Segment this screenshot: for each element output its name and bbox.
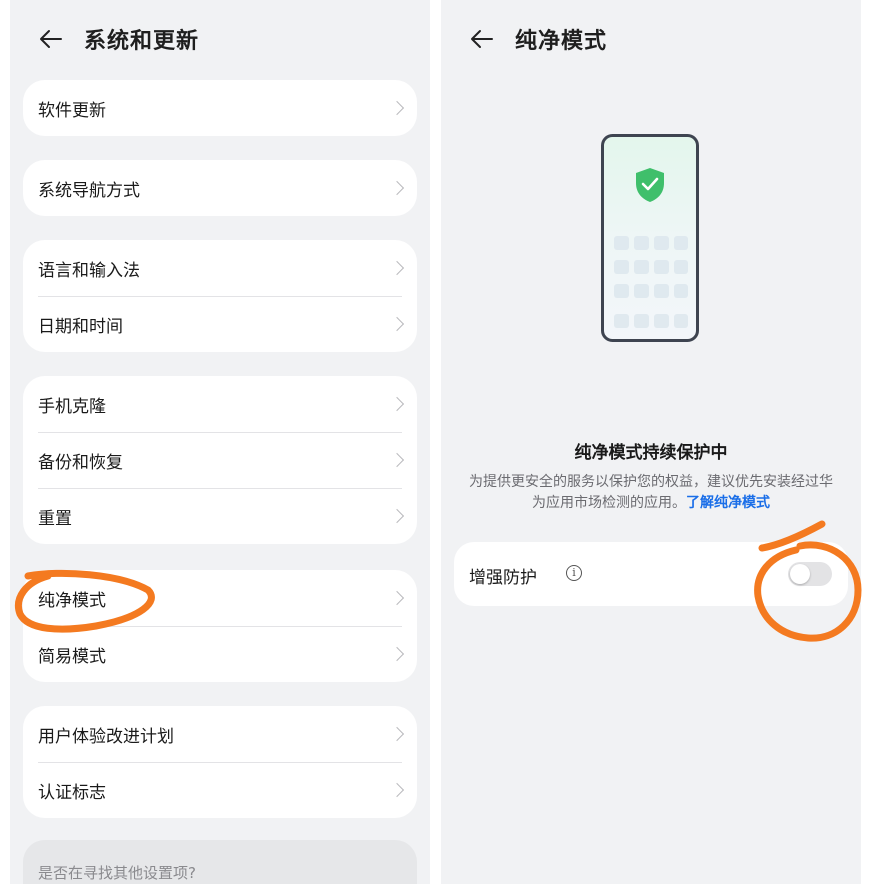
chevron-right-icon: [389, 316, 405, 332]
header: 纯净模式: [469, 22, 607, 56]
switch-knob: [790, 564, 810, 584]
settings-group-language: 语言和输入法 日期和时间: [23, 240, 417, 352]
learn-more-link[interactable]: 了解纯净模式: [686, 495, 770, 511]
settings-group-update: 软件更新: [23, 80, 417, 136]
settings-item-label: 语言和输入法: [38, 260, 140, 281]
settings-item-certification[interactable]: 认证标志: [23, 762, 417, 818]
settings-item-date-time[interactable]: 日期和时间: [23, 296, 417, 352]
settings-item-label: 日期和时间: [38, 316, 123, 337]
chevron-right-icon: [389, 726, 405, 742]
settings-item-label: 纯净模式: [38, 590, 106, 611]
page-title: 系统和更新: [84, 29, 200, 54]
chevron-right-icon: [389, 646, 405, 662]
header: 系统和更新: [38, 22, 199, 56]
settings-item-label: 简易模式: [38, 646, 106, 667]
chevron-right-icon: [389, 396, 405, 412]
description-text: 为提供更安全的服务以保护您的权益，建议优先安装经过华为应用市场检测的应用。: [469, 474, 833, 511]
system-update-screen: 系统和更新 软件更新 系统导航方式 语言和输入法 日期和时间 手机克隆 备份和恢…: [10, 0, 430, 884]
settings-item-backup-restore[interactable]: 备份和恢复: [23, 432, 417, 488]
settings-item-pure-mode[interactable]: 纯净模式: [23, 570, 417, 626]
protection-status-title: 纯净模式持续保护中: [574, 443, 728, 463]
settings-item-phone-clone[interactable]: 手机克隆: [23, 376, 417, 432]
settings-group-modes: 纯净模式 简易模式: [23, 570, 417, 682]
settings-group-navigation: 系统导航方式: [23, 160, 417, 216]
settings-item-reset[interactable]: 重置: [23, 488, 417, 544]
chevron-right-icon: [389, 590, 405, 606]
settings-item-label: 备份和恢复: [38, 452, 123, 473]
settings-item-user-experience[interactable]: 用户体验改进计划: [23, 706, 417, 762]
settings-item-navigation[interactable]: 系统导航方式: [23, 160, 417, 216]
enhanced-protection-card: 增强防护 i: [454, 542, 848, 606]
settings-item-label: 系统导航方式: [38, 180, 140, 201]
chevron-right-icon: [389, 100, 405, 116]
settings-group-experience: 用户体验改进计划 认证标志: [23, 706, 417, 818]
page-title: 纯净模式: [515, 29, 608, 54]
chevron-right-icon: [389, 782, 405, 798]
pure-mode-screen: 纯净模式 纯净模式持续保护中 为提供更安全的服务以保护您的权益，建议优先安装经过…: [441, 0, 861, 884]
settings-item-label: 用户体验改进计划: [38, 726, 174, 747]
back-arrow-icon[interactable]: [469, 26, 495, 52]
settings-group-backup: 手机克隆 备份和恢复 重置: [23, 376, 417, 544]
search-suggestion-card[interactable]: 是否在寻找其他设置项?: [23, 840, 417, 884]
settings-item-label: 手机克隆: [38, 396, 106, 417]
back-arrow-icon[interactable]: [38, 26, 64, 52]
enhanced-protection-switch[interactable]: [788, 562, 832, 586]
chevron-right-icon: [389, 508, 405, 524]
chevron-right-icon: [389, 260, 405, 276]
chevron-right-icon: [389, 452, 405, 468]
search-suggestion-text: 是否在寻找其他设置项?: [38, 864, 196, 882]
settings-item-software-update[interactable]: 软件更新: [23, 80, 417, 136]
settings-item-label: 重置: [38, 508, 72, 529]
chevron-right-icon: [389, 180, 405, 196]
settings-item-label: 软件更新: [38, 100, 106, 121]
phone-illustration: [601, 134, 699, 342]
settings-item-label: 认证标志: [38, 782, 106, 803]
settings-item-language-input[interactable]: 语言和输入法: [23, 240, 417, 296]
info-icon[interactable]: i: [566, 565, 582, 581]
enhanced-protection-label: 增强防护: [469, 568, 537, 588]
protection-description: 为提供更安全的服务以保护您的权益，建议优先安装经过华为应用市场检测的应用。了解纯…: [463, 472, 839, 514]
settings-item-simple-mode[interactable]: 简易模式: [23, 626, 417, 682]
